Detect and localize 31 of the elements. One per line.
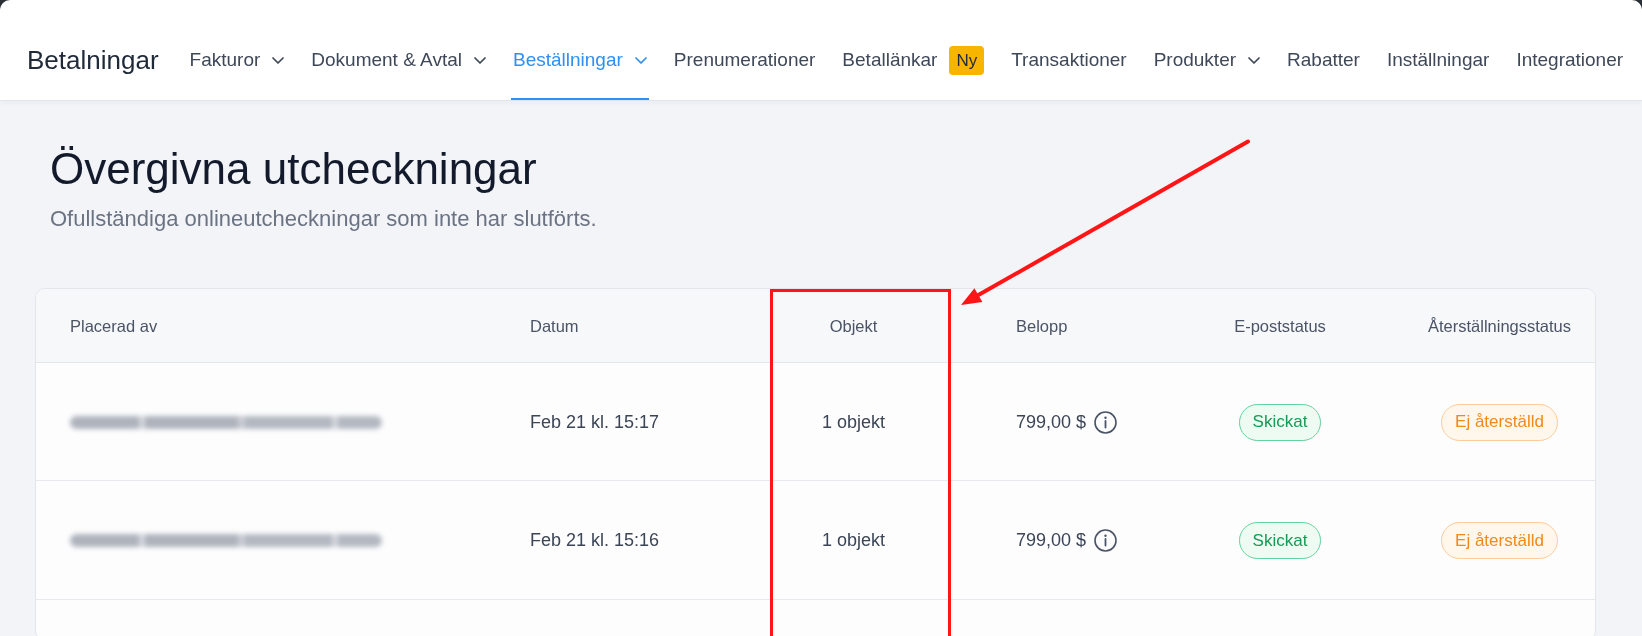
info-icon[interactable] — [1094, 529, 1118, 552]
status-badge: Skickat — [1238, 403, 1322, 441]
column-header: E-poststatus — [1234, 316, 1326, 336]
status-badge: Ej återställd — [1441, 522, 1558, 559]
table-cell: 1 objekt — [821, 411, 885, 433]
app-title: Betalningar — [27, 44, 159, 76]
column-header: Belopp — [1016, 316, 1068, 336]
nav-tab[interactable]: Transaktioner — [1009, 20, 1129, 100]
nav-tab[interactable]: Inställningar — [1384, 20, 1492, 100]
table-cell: 799,00 $ — [1016, 530, 1087, 551]
nav-tab[interactable]: Rabatter — [1285, 20, 1362, 100]
nav-tab[interactable]: Prenumerationer — [671, 20, 818, 100]
status-badge: Ej återställd — [1441, 403, 1558, 441]
table-cell: 799,00 $ — [1016, 411, 1087, 433]
nav-tab[interactable]: Integrationer — [1514, 20, 1626, 100]
page-subtitle: Ofullständiga onlineutcheckningar som inte har slutförts. — [50, 206, 597, 232]
table-cell: Feb 21 kl. 15:16 — [530, 530, 660, 551]
table-cell: 1 objekt — [821, 530, 885, 551]
nav-tab[interactable]: Produkter — [1151, 20, 1263, 100]
column-header: Objekt — [829, 316, 878, 336]
table-cell: Feb 21 kl. 15:17 — [530, 411, 660, 433]
column-header: Datum — [530, 316, 579, 336]
page-title: Övergivna utcheckningar — [50, 144, 537, 194]
nav-tab[interactable]: Betallänkar Ny — [840, 20, 987, 100]
column-header: Placerad av — [70, 316, 158, 336]
nav-tab[interactable]: Dokument & Avtal — [309, 20, 488, 100]
nav-tab[interactable]: Fakturor — [187, 20, 287, 100]
info-icon[interactable] — [1094, 410, 1118, 434]
status-badge: Skickat — [1238, 522, 1322, 559]
column-header: Återställningsstatus — [1427, 316, 1572, 336]
new-badge: Ny — [949, 45, 985, 75]
